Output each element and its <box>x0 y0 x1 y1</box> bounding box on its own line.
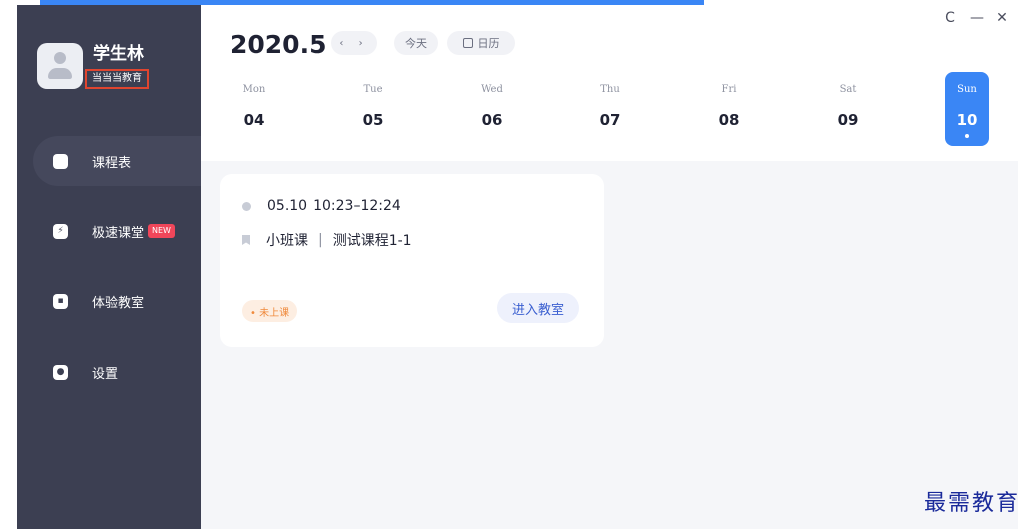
day-name: Tue <box>363 84 383 95</box>
calendar-button-label: 日历 <box>477 37 500 50</box>
lesson-time-row: 05.10 10:23–12:24 <box>242 198 401 214</box>
refresh-icon[interactable]: C <box>944 10 956 26</box>
day-name: Mon <box>242 84 266 95</box>
lesson-card[interactable]: 05.10 10:23–12:24 小班课 | 测试课程1-1 • 未上课 进入… <box>220 174 604 347</box>
window-controls: C — ✕ <box>944 10 1008 26</box>
day-mon[interactable]: Mon 04 <box>232 72 276 146</box>
day-date: 04 <box>243 111 265 129</box>
today-dot-icon <box>965 134 969 138</box>
day-name: Wed <box>481 84 503 95</box>
day-wed[interactable]: Wed 06 <box>470 72 514 146</box>
sidebar-item-label: 体验教室 <box>92 295 145 311</box>
day-date: 07 <box>599 111 621 129</box>
separator: | <box>318 232 323 248</box>
sidebar-item-label: 课程表 <box>92 155 132 171</box>
sidebar-item-label: 极速课堂 <box>92 225 145 241</box>
day-name: Fri <box>721 84 737 95</box>
gear-icon: ● <box>53 364 68 380</box>
avatar[interactable] <box>37 43 83 89</box>
day-sun[interactable]: Sun 10 <box>945 72 989 146</box>
watermark: 最需教育 <box>923 491 1020 516</box>
day-tue[interactable]: Tue 05 <box>351 72 395 146</box>
day-date: 08 <box>718 111 740 129</box>
close-icon[interactable]: ✕ <box>996 10 1008 26</box>
lesson-time: 10:23–12:24 <box>313 198 401 214</box>
user-name: 学生林 <box>93 44 144 64</box>
lesson-name: 测试课程1-1 <box>332 233 412 249</box>
classroom-icon: ▪ <box>53 293 68 309</box>
day-name: Thu <box>600 84 620 95</box>
bookmark-icon <box>242 235 250 245</box>
clock-icon <box>242 201 251 211</box>
sidebar-item-trial-room[interactable]: ▪ 体验教室 <box>33 276 201 326</box>
lightning-icon: ⚡ <box>53 223 68 239</box>
today-button[interactable]: 今天 <box>394 31 438 55</box>
calendar-icon <box>462 38 473 48</box>
page-title: 2020.5 <box>230 30 327 59</box>
sidebar-item-label: 设置 <box>92 366 119 382</box>
day-fri[interactable]: Fri 08 <box>707 72 751 146</box>
day-date: 09 <box>837 111 859 129</box>
lesson-info-row: 小班课 | 测试课程1-1 <box>242 230 412 250</box>
avatar-body-icon <box>48 68 72 79</box>
sidebar: 学生林 当当当教育 课程表 ⚡ 极速课堂 NEW ▪ 体验教室 ● 设置 <box>17 5 201 529</box>
week-nav-button[interactable]: ‹ › <box>331 31 377 55</box>
minimize-icon[interactable]: — <box>970 10 984 26</box>
schedule-icon <box>53 153 68 169</box>
calendar-button[interactable]: 日历 <box>447 31 515 55</box>
status-badge: • 未上课 <box>242 300 298 322</box>
day-date: 10 <box>956 111 978 129</box>
enter-classroom-button[interactable]: 进入教室 <box>497 293 579 323</box>
avatar-head-icon <box>54 52 66 64</box>
sidebar-item-settings[interactable]: ● 设置 <box>33 347 201 397</box>
org-name: 当当当教育 <box>85 69 149 89</box>
day-name: Sun <box>957 84 977 95</box>
sidebar-item-fast-class[interactable]: ⚡ 极速课堂 NEW <box>33 206 201 256</box>
day-thu[interactable]: Thu 07 <box>588 72 632 146</box>
lesson-date: 05.10 <box>267 198 308 214</box>
lesson-type: 小班课 <box>266 233 308 249</box>
day-date: 06 <box>481 111 503 129</box>
day-date: 05 <box>362 111 384 129</box>
day-name: Sat <box>839 84 857 95</box>
new-badge: NEW <box>148 224 175 238</box>
sidebar-item-schedule[interactable]: 课程表 <box>33 136 201 186</box>
lesson-list: 05.10 10:23–12:24 小班课 | 测试课程1-1 • 未上课 进入… <box>201 161 1018 529</box>
day-sat[interactable]: Sat 09 <box>826 72 870 146</box>
